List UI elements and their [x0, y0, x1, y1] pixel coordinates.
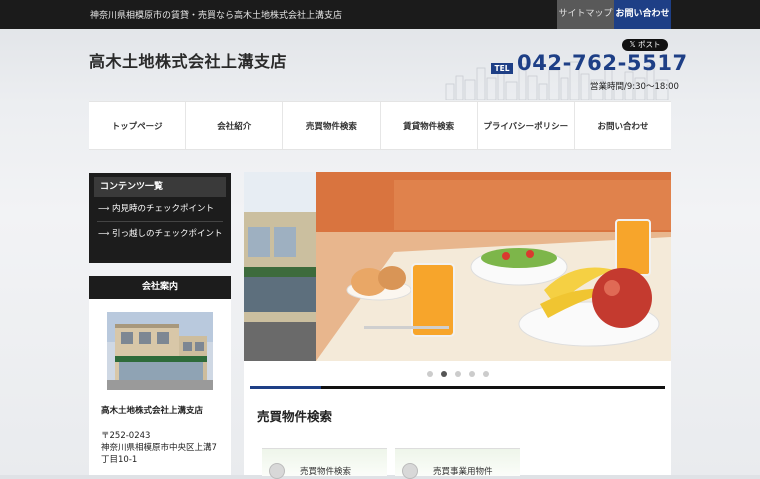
nav-rent-search[interactable]: 賃貸物件検索: [381, 102, 478, 149]
slider-dot[interactable]: [454, 371, 461, 377]
slider-progress-fill: [250, 386, 321, 389]
link-label: 引っ越しのチェックポイント: [112, 229, 223, 239]
site-tagline: 神奈川県相模原市の賃貸・売買なら高木土地株式会社上溝支店: [90, 11, 343, 21]
nav-contact[interactable]: お問い合わせ: [575, 102, 671, 149]
phone-number[interactable]: 042-762-5517: [517, 51, 688, 75]
business-hours: 営業時間/9:30〜18:00: [590, 82, 679, 92]
main-content: 売買物件検索 売買物件検索 売買事業用物件: [244, 172, 671, 479]
nav-sale-search[interactable]: 売買物件検索: [283, 102, 381, 149]
link-viewing-checkpoints[interactable]: ⟶ 内見時のチェックポイント: [97, 197, 223, 222]
card-label: 売買物件検索: [300, 467, 352, 477]
company-info-title: 会社案内: [89, 276, 231, 299]
hero-slider-image[interactable]: [244, 172, 671, 361]
nav-privacy[interactable]: プライバシーポリシー: [478, 102, 575, 149]
global-nav: トップページ 会社紹介 売買物件検索 賃貸物件検索 プライバシーポリシー お問い…: [89, 101, 671, 150]
search-card-icon: [269, 463, 285, 479]
card-label: 売買事業用物件: [433, 467, 493, 477]
slider-pagination: [244, 371, 671, 377]
arrow-icon: ⟶: [98, 204, 110, 213]
slider-dot-active[interactable]: [440, 371, 447, 377]
slider-progress-bar: [250, 386, 665, 389]
company-info-box: 会社案内 高木土地株式会社上溝支店 〒252-0243 神奈川県相模原市中央区上…: [89, 276, 231, 475]
contents-menu-title: コンテンツ一覧: [94, 177, 226, 197]
link-label: 内見時のチェックポイント: [112, 204, 215, 214]
contents-menu: コンテンツ一覧 ⟶ 内見時のチェックポイント ⟶ 引っ越しのチェックポイント: [89, 173, 231, 263]
postal-code: 〒252-0243: [101, 431, 151, 441]
x-post-button[interactable]: 𝕏 ポスト: [622, 39, 668, 51]
slider-dot[interactable]: [468, 371, 475, 377]
nav-top[interactable]: トップページ: [89, 102, 187, 149]
section-title: 売買物件検索: [257, 409, 333, 424]
contact-button[interactable]: お問い合わせ: [614, 0, 671, 29]
business-property-card[interactable]: 売買事業用物件: [395, 448, 520, 479]
site-logo-title[interactable]: 高木土地株式会社上溝支店: [89, 48, 287, 72]
tel-badge: TEL: [491, 63, 513, 74]
company-name: 高木土地株式会社上溝支店: [101, 406, 204, 416]
address: 神奈川県相模原市中央区上溝7丁目10-1: [101, 443, 217, 465]
top-bar: 神奈川県相模原市の賃貸・売買なら高木土地株式会社上溝支店 サイトマップ お問い合…: [0, 0, 760, 29]
nav-company[interactable]: 会社紹介: [186, 102, 284, 149]
slider-dot[interactable]: [426, 371, 433, 377]
slider-dot[interactable]: [482, 371, 489, 377]
sitemap-button[interactable]: サイトマップ: [557, 0, 614, 29]
arrow-icon: ⟶: [98, 229, 110, 238]
storefront-photo: [107, 312, 213, 390]
search-card-icon: [402, 463, 418, 479]
sale-search-card[interactable]: 売買物件検索: [262, 448, 387, 479]
link-moving-checkpoints[interactable]: ⟶ 引っ越しのチェックポイント: [97, 222, 223, 246]
